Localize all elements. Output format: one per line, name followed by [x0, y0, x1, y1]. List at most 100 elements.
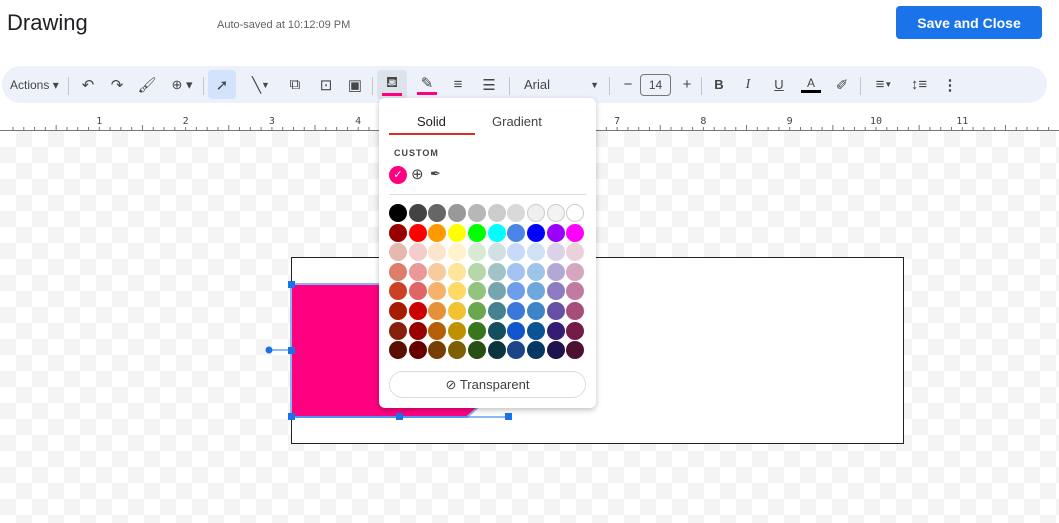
color-swatch[interactable]	[546, 204, 565, 222]
align-icon[interactable]: ≡ ▼	[868, 70, 900, 99]
color-swatch[interactable]	[448, 282, 467, 301]
color-swatch[interactable]	[546, 302, 565, 320]
color-swatch[interactable]	[546, 223, 565, 242]
bold-icon[interactable]: B	[709, 70, 729, 99]
color-swatch[interactable]	[428, 262, 447, 281]
color-swatch[interactable]	[389, 262, 407, 281]
resize-handle[interactable]	[396, 413, 403, 420]
color-swatch[interactable]	[546, 321, 565, 340]
color-swatch[interactable]	[428, 321, 447, 340]
color-swatch[interactable]	[408, 321, 427, 340]
color-swatch[interactable]	[487, 262, 506, 281]
fill-color-button[interactable]: ⛾	[377, 70, 407, 99]
color-swatch[interactable]	[526, 262, 545, 281]
paint-format-icon[interactable]: 🖌	[136, 70, 158, 99]
add-custom-color-icon[interactable]: ⊕	[411, 165, 424, 183]
color-swatch[interactable]	[448, 204, 467, 222]
save-and-close-button[interactable]: Save and Close	[896, 6, 1042, 39]
color-swatch[interactable]	[566, 243, 585, 262]
font-select[interactable]: Arial ▼	[524, 70, 599, 99]
color-swatch[interactable]	[507, 243, 526, 262]
color-swatch[interactable]	[389, 302, 407, 320]
color-swatch[interactable]	[507, 204, 526, 222]
actions-menu[interactable]: Actions ▾	[10, 70, 59, 99]
color-swatch[interactable]	[408, 302, 427, 320]
color-swatch[interactable]	[507, 282, 526, 301]
tab-gradient[interactable]: Gradient	[492, 114, 542, 129]
color-swatch[interactable]	[467, 204, 486, 222]
color-swatch[interactable]	[389, 243, 407, 262]
image-icon[interactable]: ▣	[344, 70, 366, 99]
color-swatch[interactable]	[408, 204, 427, 222]
line-icon[interactable]: ╲ ▼	[243, 70, 279, 99]
color-swatch[interactable]	[566, 282, 585, 301]
color-swatch[interactable]	[566, 341, 585, 360]
rotate-handle[interactable]	[265, 346, 273, 354]
decrease-font-size-icon[interactable]: −	[619, 70, 637, 99]
color-swatch[interactable]	[408, 282, 427, 301]
color-swatch[interactable]	[526, 223, 545, 242]
color-swatch[interactable]	[526, 321, 545, 340]
color-swatch[interactable]	[526, 341, 545, 360]
color-swatch[interactable]	[467, 223, 486, 242]
color-swatch[interactable]	[566, 223, 585, 242]
color-swatch[interactable]	[467, 341, 486, 360]
color-swatch[interactable]	[566, 262, 585, 281]
color-swatch[interactable]	[546, 282, 565, 301]
color-swatch[interactable]	[526, 282, 545, 301]
zoom-icon[interactable]: ⊕ ▾	[166, 70, 198, 99]
color-swatch[interactable]	[526, 204, 545, 222]
color-swatch[interactable]	[487, 204, 506, 222]
color-swatch[interactable]	[408, 223, 427, 242]
tab-solid[interactable]: Solid	[417, 114, 446, 129]
color-swatch[interactable]	[487, 223, 506, 242]
color-swatch[interactable]	[408, 243, 427, 262]
font-size-input[interactable]: 14	[640, 74, 671, 96]
color-swatch[interactable]	[467, 282, 486, 301]
document-title[interactable]: Drawing	[7, 10, 88, 36]
color-swatch[interactable]	[507, 341, 526, 360]
underline-icon[interactable]: U	[769, 70, 789, 99]
transparent-button[interactable]: ⊘ Transparent	[389, 371, 586, 398]
color-swatch[interactable]	[389, 223, 407, 242]
color-swatch[interactable]	[487, 341, 506, 360]
color-swatch[interactable]	[546, 262, 565, 281]
redo-icon[interactable]: ↷	[107, 70, 127, 99]
color-swatch[interactable]	[428, 223, 447, 242]
color-swatch[interactable]	[487, 321, 506, 340]
color-swatch[interactable]	[448, 341, 467, 360]
color-swatch[interactable]	[428, 341, 447, 360]
resize-handle[interactable]	[505, 413, 512, 420]
color-swatch[interactable]	[448, 243, 467, 262]
color-swatch[interactable]	[546, 243, 565, 262]
text-color-icon[interactable]: A	[799, 70, 823, 99]
color-swatch[interactable]	[389, 204, 407, 222]
color-swatch[interactable]	[389, 282, 407, 301]
color-swatch[interactable]	[507, 223, 526, 242]
color-swatch[interactable]	[389, 321, 407, 340]
color-swatch[interactable]	[467, 302, 486, 320]
border-weight-icon[interactable]: ≡	[447, 70, 469, 99]
color-swatch[interactable]	[526, 243, 545, 262]
color-swatch[interactable]	[566, 302, 585, 320]
border-dash-icon[interactable]: ☰	[478, 70, 500, 99]
highlight-icon[interactable]: ✐	[832, 70, 852, 99]
undo-icon[interactable]: ↶	[78, 70, 98, 99]
color-swatch[interactable]	[408, 262, 427, 281]
color-swatch[interactable]	[566, 321, 585, 340]
color-swatch[interactable]	[428, 243, 447, 262]
color-swatch[interactable]	[428, 204, 447, 222]
select-icon[interactable]: ➚	[208, 70, 236, 99]
color-swatch[interactable]	[507, 262, 526, 281]
resize-handle[interactable]	[288, 281, 295, 288]
color-swatch[interactable]	[487, 282, 506, 301]
color-swatch[interactable]	[507, 302, 526, 320]
color-swatch[interactable]	[487, 243, 506, 262]
resize-handle[interactable]	[288, 413, 295, 420]
color-swatch[interactable]	[507, 321, 526, 340]
color-swatch[interactable]	[467, 321, 486, 340]
shape-icon[interactable]: ⧉	[284, 70, 306, 99]
more-options-icon[interactable]: ⋮	[942, 70, 958, 99]
italic-icon[interactable]: I	[738, 70, 758, 99]
color-swatch[interactable]	[487, 302, 506, 320]
